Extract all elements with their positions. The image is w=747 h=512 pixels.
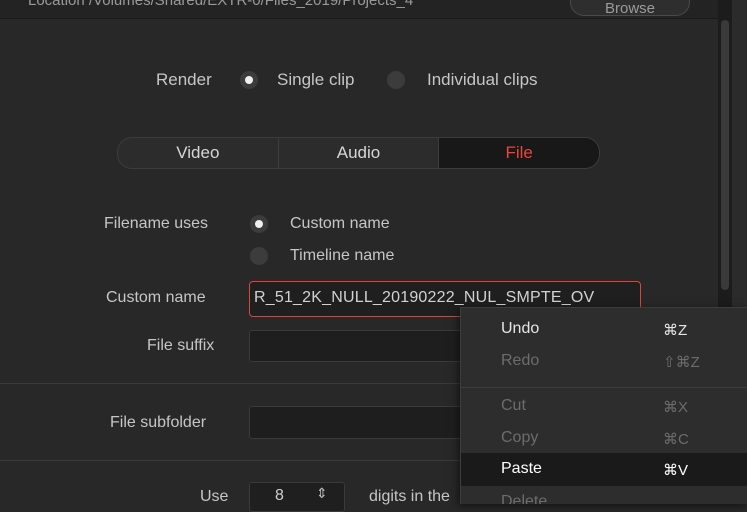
menu-item-cut-shortcut: ⌘X [663, 399, 689, 416]
menu-item-paste-label[interactable]: Paste [501, 460, 542, 478]
menu-item-undo[interactable]: Undo ⌘Z [461, 313, 747, 346]
menu-item-undo-shortcut: ⌘Z [663, 322, 688, 339]
custom-name-label: Custom name [106, 289, 206, 306]
scrollbar-thumb[interactable] [721, 20, 729, 290]
menu-item-cut-label: Cut [501, 397, 526, 414]
menu-item-cut: Cut ⌘X [461, 390, 747, 423]
menu-item-copy-shortcut: ⌘C [663, 431, 689, 448]
menu-item-delete: Delete [461, 486, 747, 504]
radio-single-clip[interactable]: Single clip [240, 70, 375, 90]
radio-custom-name-label[interactable]: Custom name [290, 215, 390, 233]
file-subfolder-label: File subfolder [110, 414, 207, 431]
use-label: Use [200, 488, 229, 505]
menu-separator [461, 387, 747, 388]
radio-single-clip-label[interactable]: Single clip [277, 70, 355, 90]
digits-label: digits in the [369, 488, 450, 505]
stepper-chevrons-icon[interactable]: ⇕ [316, 485, 328, 502]
menu-item-redo-shortcut: ⇧⌘Z [663, 354, 700, 371]
digits-stepper[interactable]: 8 ⇕ [249, 482, 345, 512]
menu-item-redo: Redo ⇧⌘Z [461, 345, 747, 378]
radio-custom-name-indicator[interactable] [250, 215, 268, 233]
menu-item-undo-label[interactable]: Undo [501, 320, 539, 338]
menu-item-redo-label: Redo [501, 352, 540, 369]
radio-individual-clips-indicator[interactable] [387, 71, 405, 89]
radio-timeline-name-label[interactable]: Timeline name [290, 247, 394, 265]
tab-audio[interactable]: Audio [279, 138, 440, 168]
location-strip: Location /Volumes/Shared/EXTR-0/Files_20… [0, 0, 718, 19]
browse-button[interactable]: Browse [570, 0, 690, 17]
location-text: Location /Volumes/Shared/EXTR-0/Files_20… [28, 0, 414, 9]
menu-item-copy: Copy ⌘C [461, 422, 747, 455]
menu-item-paste-shortcut: ⌘V [663, 462, 689, 479]
tab-file[interactable]: File [439, 138, 599, 168]
radio-timeline-name-indicator[interactable] [250, 247, 268, 265]
radio-custom-name[interactable]: Custom name [250, 215, 425, 235]
context-menu: Undo ⌘Z Redo ⇧⌘Z Cut ⌘X Copy ⌘C Paste ⌘V… [460, 307, 747, 504]
radio-single-clip-indicator[interactable] [240, 71, 258, 89]
render-label: Render [156, 70, 212, 89]
radio-individual-clips-label[interactable]: Individual clips [427, 70, 538, 90]
menu-item-paste[interactable]: Paste ⌘V [461, 453, 747, 486]
file-suffix-label: File suffix [147, 337, 215, 354]
radio-timeline-name[interactable]: Timeline name [250, 247, 430, 267]
filename-uses-label: Filename uses [104, 215, 209, 232]
custom-name-value[interactable]: R_51_2K_NULL_20190222_NUL_SMPTE_OV [254, 289, 594, 307]
tab-video[interactable]: Video [118, 138, 279, 168]
output-tabs: Video Audio File [117, 137, 600, 169]
menu-item-delete-label: Delete [501, 493, 548, 504]
digits-value[interactable]: 8 [275, 487, 284, 505]
radio-individual-clips[interactable]: Individual clips [387, 70, 567, 90]
menu-item-copy-label: Copy [501, 429, 539, 446]
